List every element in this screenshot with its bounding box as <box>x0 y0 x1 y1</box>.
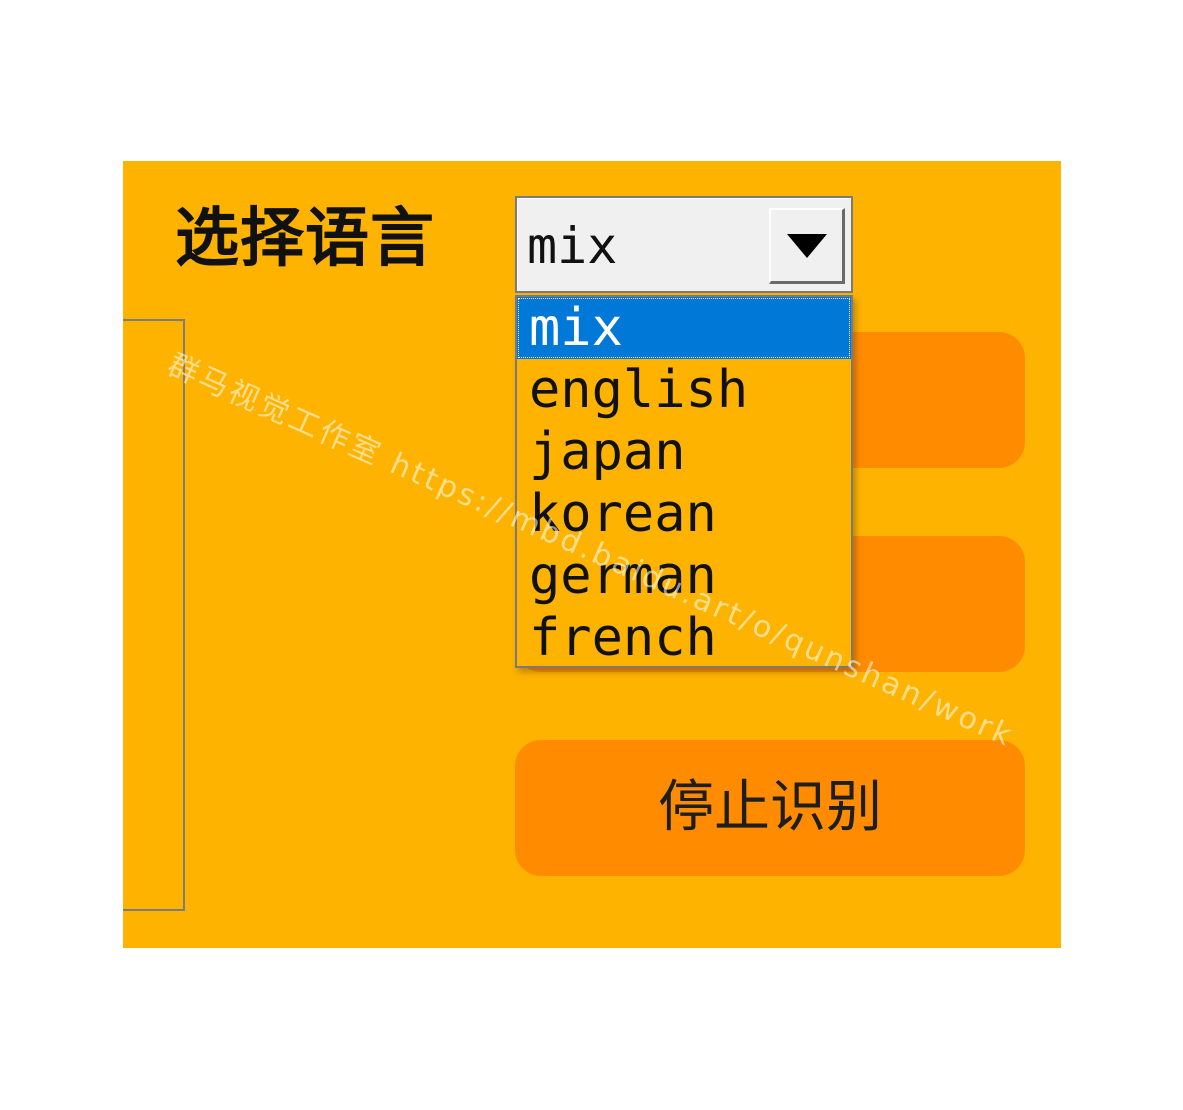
dropdown-option-english[interactable]: english <box>517 359 851 421</box>
dropdown-arrow-button[interactable] <box>769 208 845 284</box>
dropdown-option-japan[interactable]: japan <box>517 421 851 483</box>
chevron-down-icon <box>787 234 827 258</box>
dropdown-option-korean[interactable]: korean <box>517 483 851 545</box>
dropdown-option-mix[interactable]: mix <box>517 297 851 359</box>
main-panel: 选择语言 片 别 停止识别 mix mix english japan kore… <box>123 161 1061 948</box>
stop-recognition-button[interactable]: 停止识别 <box>515 740 1025 876</box>
select-language-label: 选择语言 <box>175 202 435 276</box>
dropdown-option-french[interactable]: french <box>517 607 851 669</box>
combobox-selected-value: mix <box>527 217 618 275</box>
stop-recognition-label: 停止识别 <box>658 775 882 840</box>
image-display-box <box>123 319 185 911</box>
language-combobox[interactable]: mix <box>515 196 853 293</box>
language-dropdown-list: mix english japan korean german french <box>515 295 853 668</box>
dropdown-option-german[interactable]: german <box>517 545 851 607</box>
